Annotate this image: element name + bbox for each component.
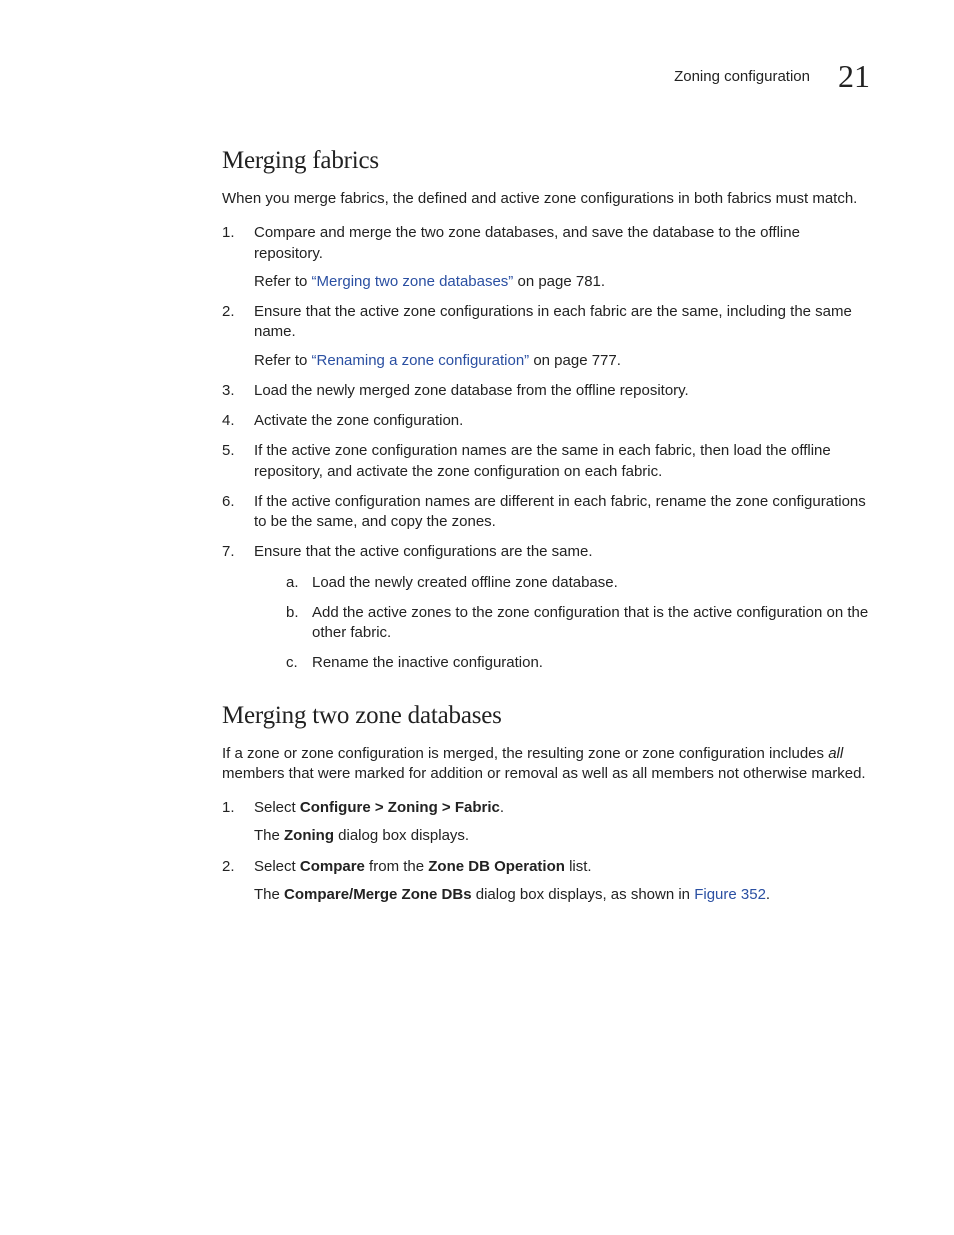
command-name: Compare <box>300 858 365 875</box>
running-header: Zoning configuration 21 <box>84 58 870 95</box>
step-number: 3. <box>222 381 235 401</box>
substep-letter: c. <box>286 653 298 673</box>
step-item: 4. Activate the zone configuration. <box>222 411 870 431</box>
step-item: 1. Select Configure > Zoning > Fabric. T… <box>222 798 870 847</box>
text-fragment: . <box>500 799 504 816</box>
text-fragment: dialog box displays, as shown in <box>472 886 695 903</box>
step-text: Ensure that the active configurations ar… <box>254 543 593 560</box>
text-fragment: . <box>766 886 770 903</box>
header-chapter-number: 21 <box>838 58 870 95</box>
step-number: 6. <box>222 492 235 512</box>
steps-list-merging-databases: 1. Select Configure > Zoning > Fabric. T… <box>222 798 870 905</box>
text-fragment: Select <box>254 799 300 816</box>
intro-pre: If a zone or zone configuration is merge… <box>222 745 828 762</box>
text-fragment: from the <box>365 858 428 875</box>
step-text: Compare and merge the two zone databases… <box>254 224 800 261</box>
step-number: 2. <box>222 302 235 322</box>
step-note: The Zoning dialog box displays. <box>254 826 870 846</box>
step-item: 3. Load the newly merged zone database f… <box>222 381 870 401</box>
text-fragment: Select <box>254 858 300 875</box>
heading-merging-fabrics: Merging fabrics <box>222 147 870 175</box>
refer-suffix: on page 777. <box>529 352 621 369</box>
step-number: 2. <box>222 857 235 877</box>
step-number: 1. <box>222 798 235 818</box>
substep-item: a. Load the newly created offline zone d… <box>286 573 870 593</box>
refer-prefix: Refer to <box>254 273 312 290</box>
text-fragment: The <box>254 827 284 844</box>
figure-reference-link[interactable]: Figure 352 <box>694 886 766 903</box>
substep-item: c. Rename the inactive configuration. <box>286 653 870 673</box>
dialog-name: Compare/Merge Zone DBs <box>284 886 472 903</box>
step-item: 1. Compare and merge the two zone databa… <box>222 223 870 292</box>
step-number: 4. <box>222 411 235 431</box>
page-content: Merging fabrics When you merge fabrics, … <box>222 147 870 905</box>
step-item: 7. Ensure that the active configurations… <box>222 542 870 673</box>
step-item: 2. Select Compare from the Zone DB Opera… <box>222 857 870 906</box>
step-text: Activate the zone configuration. <box>254 412 463 429</box>
step-text: If the active zone configuration names a… <box>254 442 831 479</box>
list-name: Zone DB Operation <box>428 858 565 875</box>
substep-text: Add the active zones to the zone configu… <box>312 604 868 641</box>
step-text: If the active configuration names are di… <box>254 493 866 530</box>
step-text: Select Compare from the Zone DB Operatio… <box>254 858 592 875</box>
steps-list-merging-fabrics: 1. Compare and merge the two zone databa… <box>222 223 870 673</box>
step-text: Load the newly merged zone database from… <box>254 382 689 399</box>
step-reference: Refer to “Renaming a zone configuration”… <box>254 351 870 371</box>
heading-merging-two-zone-databases: Merging two zone databases <box>222 702 870 730</box>
intro-paragraph: If a zone or zone configuration is merge… <box>222 744 870 785</box>
text-fragment: dialog box displays. <box>334 827 469 844</box>
step-item: 5. If the active zone configuration name… <box>222 441 870 482</box>
step-note: The Compare/Merge Zone DBs dialog box di… <box>254 885 870 905</box>
refer-prefix: Refer to <box>254 352 312 369</box>
text-fragment: list. <box>565 858 592 875</box>
intro-emphasis: all <box>828 745 843 762</box>
step-number: 1. <box>222 223 235 243</box>
dialog-name: Zoning <box>284 827 334 844</box>
step-item: 6. If the active configuration names are… <box>222 492 870 533</box>
intro-post: members that were marked for addition or… <box>222 765 866 782</box>
substep-text: Load the newly created offline zone data… <box>312 574 618 591</box>
step-reference: Refer to “Merging two zone databases” on… <box>254 272 870 292</box>
step-text: Ensure that the active zone configuratio… <box>254 303 852 340</box>
step-item: 2. Ensure that the active zone configura… <box>222 302 870 371</box>
refer-suffix: on page 781. <box>513 273 605 290</box>
header-section-title: Zoning configuration <box>674 68 810 85</box>
substeps-list: a. Load the newly created offline zone d… <box>254 573 870 674</box>
cross-reference-link[interactable]: “Merging two zone databases” <box>312 273 514 290</box>
step-text: Select Configure > Zoning > Fabric. <box>254 799 504 816</box>
step-number: 5. <box>222 441 235 461</box>
text-fragment: The <box>254 886 284 903</box>
step-number: 7. <box>222 542 235 562</box>
substep-text: Rename the inactive configuration. <box>312 654 543 671</box>
substep-item: b. Add the active zones to the zone conf… <box>286 603 870 644</box>
substep-letter: a. <box>286 573 299 593</box>
menu-path: Configure > Zoning > Fabric <box>300 799 500 816</box>
intro-paragraph: When you merge fabrics, the defined and … <box>222 189 870 209</box>
substep-letter: b. <box>286 603 299 623</box>
cross-reference-link[interactable]: “Renaming a zone configuration” <box>312 352 530 369</box>
